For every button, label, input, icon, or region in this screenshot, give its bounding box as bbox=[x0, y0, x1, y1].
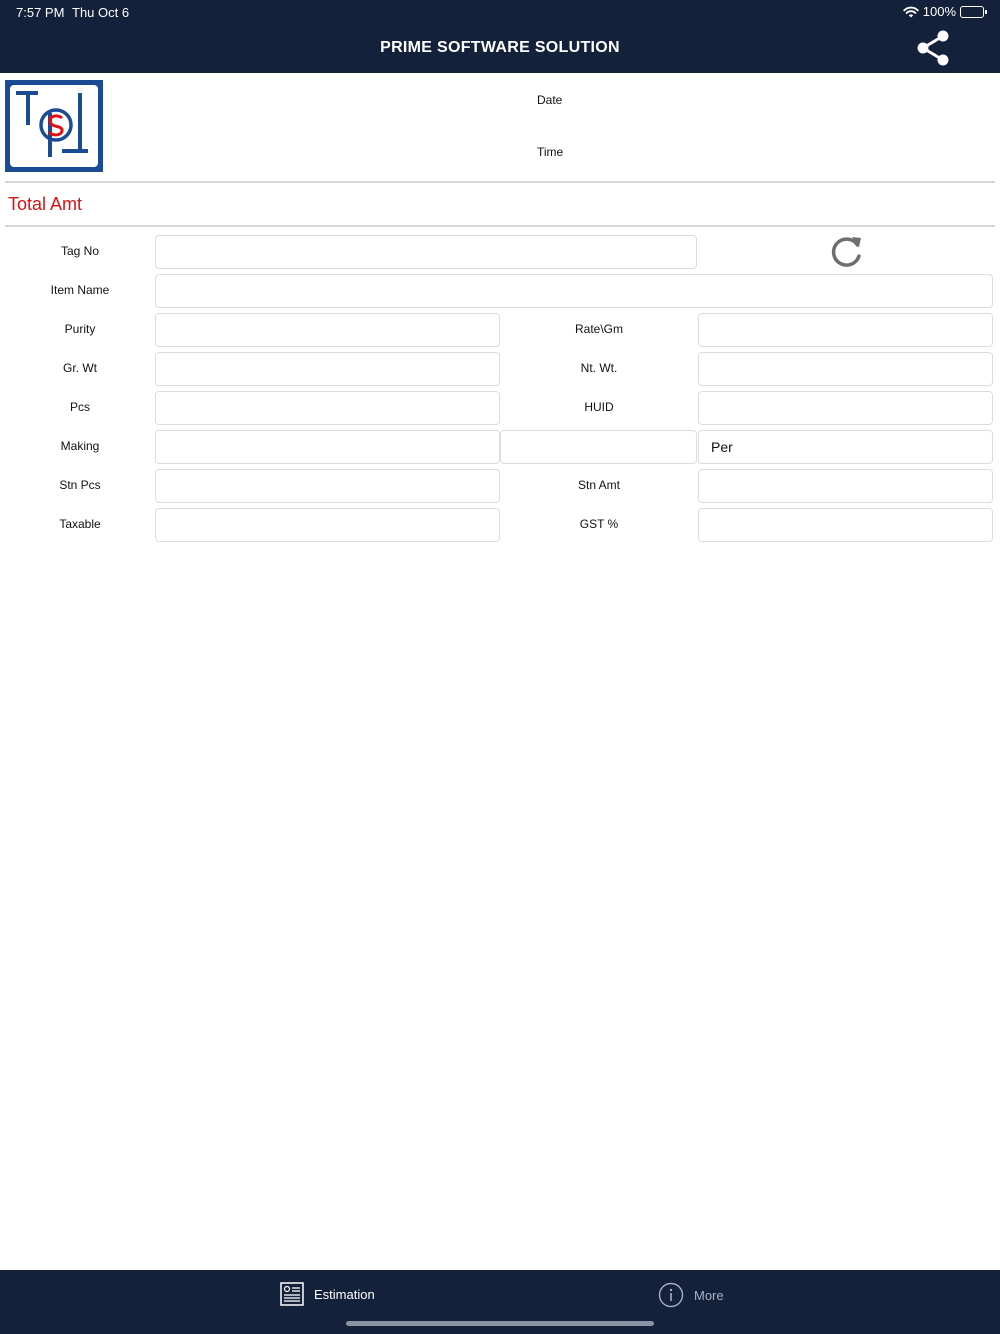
status-right: 100% bbox=[903, 4, 987, 19]
pcs-label: Pcs bbox=[69, 400, 90, 414]
item-name-label: Item Name bbox=[50, 283, 110, 297]
net-weight-input[interactable] bbox=[698, 352, 993, 386]
status-bar: 7:57 PM Thu Oct 6 100% bbox=[0, 0, 1000, 24]
stone-amount-input[interactable] bbox=[698, 469, 993, 503]
gst-input[interactable] bbox=[698, 508, 993, 542]
company-logo bbox=[5, 80, 103, 172]
gst-label: GST % bbox=[579, 517, 619, 531]
rate-gm-label: Rate\Gm bbox=[574, 322, 623, 336]
time-label: Time bbox=[537, 145, 564, 159]
tab-more-label: More bbox=[694, 1287, 724, 1303]
app-title: PRIME SOFTWARE SOLUTION bbox=[380, 39, 620, 56]
info-icon bbox=[658, 1282, 684, 1308]
status-time: 7:57 PM bbox=[16, 5, 65, 20]
making-amount-input[interactable] bbox=[500, 430, 697, 464]
making-input[interactable] bbox=[155, 430, 500, 464]
top-bar: 7:57 PM Thu Oct 6 100% PRIME SOFTWARE SO… bbox=[0, 0, 1000, 73]
item-name-input[interactable] bbox=[155, 274, 993, 308]
tab-more[interactable]: More bbox=[658, 1282, 724, 1308]
tag-no-input[interactable] bbox=[155, 235, 697, 269]
gross-weight-input[interactable] bbox=[155, 352, 500, 386]
date-label: Date bbox=[537, 93, 563, 107]
making-type-select[interactable]: Per bbox=[698, 430, 993, 464]
battery-icon bbox=[960, 5, 987, 18]
stone-pcs-label: Stn Pcs bbox=[59, 478, 101, 492]
status-date: Thu Oct 6 bbox=[72, 5, 130, 20]
refresh-icon[interactable] bbox=[826, 232, 866, 272]
stone-amount-label: Stn Amt bbox=[577, 478, 621, 492]
making-label: Making bbox=[60, 439, 100, 453]
document-list-icon bbox=[280, 1282, 304, 1306]
bottom-tab-bar: Estimation More bbox=[0, 1270, 1000, 1334]
taxable-label: Taxable bbox=[59, 517, 101, 531]
gross-weight-label: Gr. Wt bbox=[63, 361, 97, 375]
tag-no-label: Tag No bbox=[60, 244, 100, 258]
tab-estimation-label: Estimation bbox=[314, 1286, 375, 1302]
battery-percent: 100% bbox=[922, 4, 956, 19]
net-weight-label: Nt. Wt. bbox=[580, 361, 618, 375]
pcs-input[interactable] bbox=[155, 391, 500, 425]
making-type-value: Per bbox=[711, 439, 733, 455]
tab-estimation[interactable]: Estimation bbox=[280, 1282, 375, 1306]
purity-label: Purity bbox=[64, 322, 96, 336]
purity-input[interactable] bbox=[155, 313, 500, 347]
wifi-icon bbox=[903, 6, 919, 17]
huid-label: HUID bbox=[584, 400, 614, 414]
share-icon[interactable] bbox=[914, 28, 952, 68]
total-divider bbox=[5, 225, 995, 227]
taxable-input[interactable] bbox=[155, 508, 500, 542]
huid-input[interactable] bbox=[698, 391, 993, 425]
logo-mark bbox=[16, 91, 88, 157]
header-divider bbox=[5, 181, 995, 183]
stone-pcs-input[interactable] bbox=[155, 469, 500, 503]
total-amount-label: Total Amt bbox=[8, 194, 83, 214]
rate-gm-input[interactable] bbox=[698, 313, 993, 347]
home-indicator bbox=[346, 1321, 654, 1326]
